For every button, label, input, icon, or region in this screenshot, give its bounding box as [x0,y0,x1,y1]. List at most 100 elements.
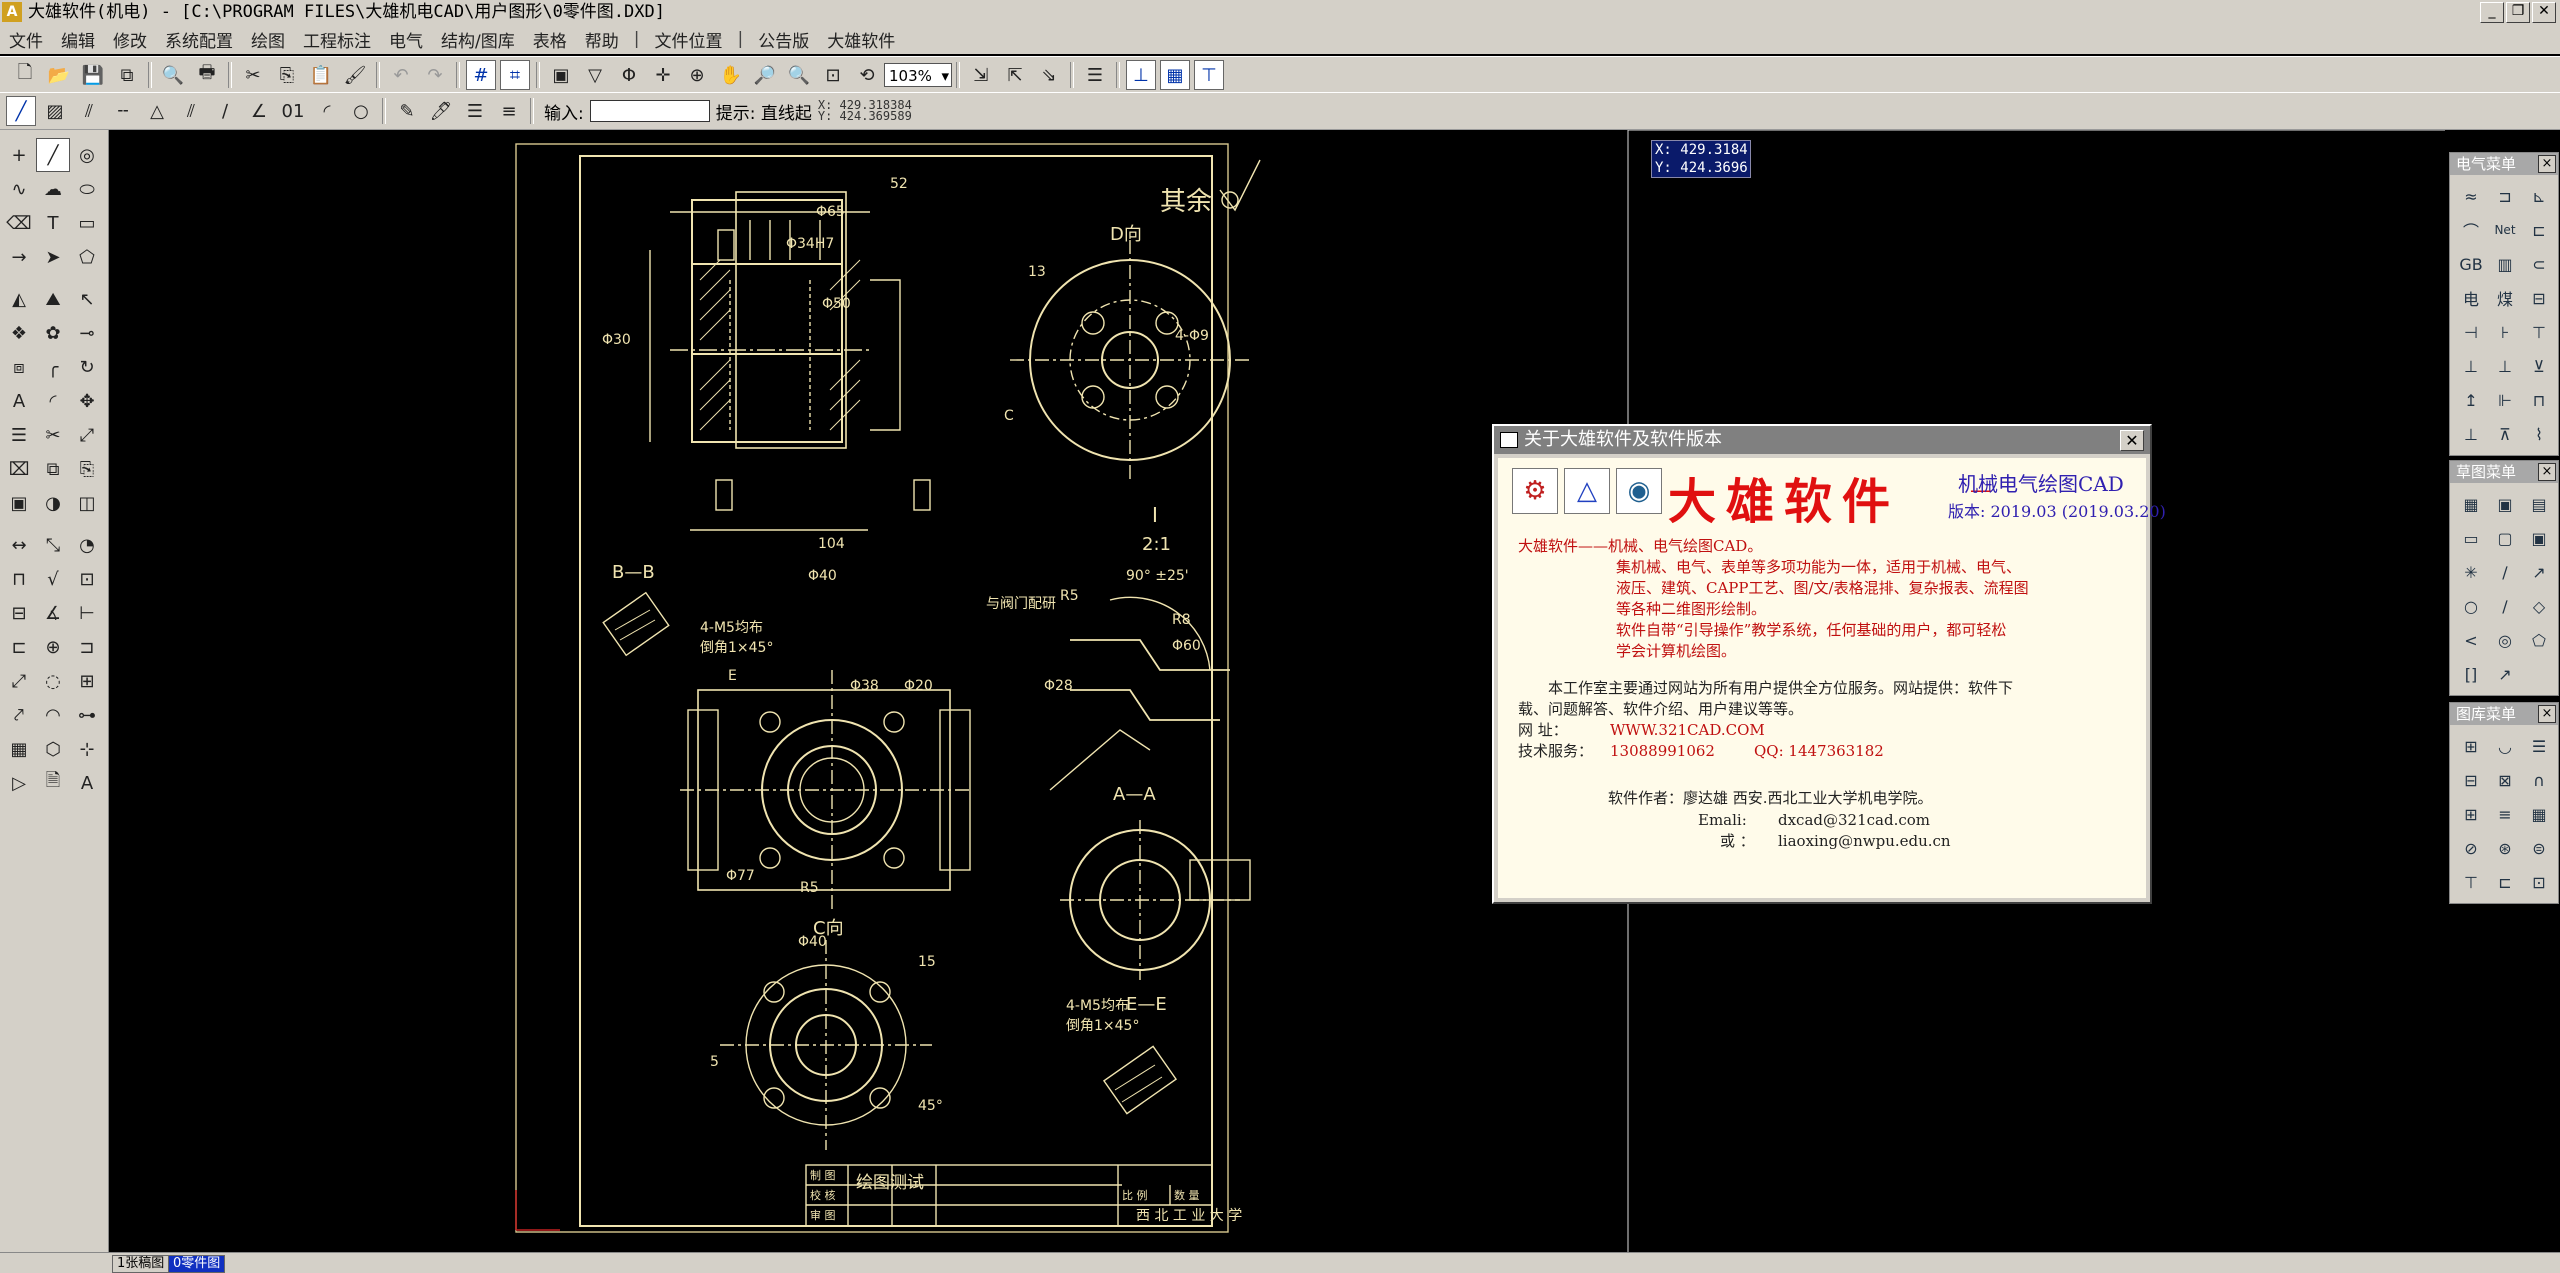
hatch-icon[interactable]: ▨ [40,96,70,126]
dashed-circle-icon[interactable]: ◌ [36,664,70,698]
mirror-icon[interactable]: ◭ [2,282,36,316]
stretch-icon[interactable]: ⇘ [1034,60,1064,90]
menu-draw[interactable]: 绘图 [242,27,294,52]
move-tool-icon[interactable]: ✥ [70,384,104,418]
sketch-icon[interactable]: ↗ [2522,555,2556,589]
cut-icon[interactable]: ✂ [238,60,268,90]
menu-modify[interactable]: 修改 [104,27,156,52]
flag-icon[interactable]: ▷ [2,766,36,800]
menu-dimension[interactable]: 工程标注 [294,27,380,52]
leader-icon[interactable]: ➤ [36,240,70,274]
align-icon[interactable]: ⇱ [1000,60,1030,90]
sketch-icon[interactable]: ∕ [2488,589,2522,623]
text-edit-icon[interactable]: A [70,766,104,800]
electric-icon[interactable]: ⊥ [2454,417,2488,451]
electric-icon[interactable]: ≈ [2454,179,2488,213]
zoom-in-icon[interactable]: 🔎 [750,60,780,90]
move-icon[interactable]: ⇲ [966,60,996,90]
electric-icon[interactable]: ⊦ [2488,315,2522,349]
shape-icon[interactable]: ⬡ [36,732,70,766]
edit-dim-icon[interactable]: ⤤ [2,698,36,732]
grid-dim-icon[interactable]: ⊞ [70,664,104,698]
offset-icon[interactable]: ⧈ [2,350,36,384]
drawing-tab-0[interactable]: 0零件图 [168,1255,226,1273]
copy-tool-icon[interactable]: ⎘ [70,452,104,486]
angle-icon[interactable]: ∠ [244,96,274,126]
library-icon[interactable]: ∩ [2522,763,2556,797]
coal-icon[interactable]: 煤 [2488,281,2522,315]
font-scale-icon[interactable]: A [2,384,36,418]
arc-dim-icon[interactable]: ◠ [36,698,70,732]
library-icon[interactable]: ☰ [2522,729,2556,763]
save-icon[interactable]: 💾 [78,60,108,90]
menu-help[interactable]: 帮助 [576,27,628,52]
sketch-icon[interactable]: ▦ [2454,487,2488,521]
electric-icon[interactable]: ⊾ [2522,179,2556,213]
table-tool-icon[interactable]: ▦ [2,732,36,766]
snap-icon[interactable]: ⌗ [500,60,530,90]
electric-icon[interactable]: ⊼ [2488,417,2522,451]
net-icon[interactable]: Net [2488,213,2522,247]
save-all-icon[interactable]: ⧉ [112,60,142,90]
continue-dim-icon[interactable]: ⊐ [70,630,104,664]
properties-icon[interactable]: ☰ [2,418,36,452]
array-icon[interactable]: ❖ [2,316,36,350]
pen-icon[interactable]: 🖊 [426,96,456,126]
library-icon[interactable]: ⊞ [2454,797,2488,831]
slash-icon[interactable]: ∕ [210,96,240,126]
sketch-icon[interactable]: ○ [2454,589,2488,623]
electric-icon[interactable]: ⌇ [2522,417,2556,451]
electric-icon[interactable]: ⊂ [2522,247,2556,281]
sketch-icon[interactable]: ▭ [2454,521,2488,555]
electric-icon[interactable]: ⊥ [2454,349,2488,383]
ellipse-icon[interactable]: ⬭ [70,172,104,206]
library-icon[interactable]: ⊏ [2488,865,2522,899]
electric-icon[interactable]: ⊏ [2522,213,2556,247]
library-icon[interactable]: ◡ [2488,729,2522,763]
restore-button[interactable]: ❐ [2506,2,2530,23]
layers-icon[interactable]: ☰ [1080,60,1110,90]
site-link[interactable]: WWW.321CAD.COM [1610,720,1765,741]
library-icon[interactable]: ⊘ [2454,831,2488,865]
menu-file-location[interactable]: 文件位置 [645,27,731,52]
undo-icon[interactable]: ↶ [386,60,416,90]
line-icon[interactable]: ╱ [36,138,70,172]
menu-edit[interactable]: 编辑 [52,27,104,52]
sketch-icon[interactable]: ▢ [2488,521,2522,555]
sketch-icon[interactable]: ◇ [2522,589,2556,623]
sketch-icon[interactable]: ▣ [2522,521,2556,555]
electric-palette-close[interactable]: × [2538,155,2556,173]
revcloud-icon[interactable]: ☁ [36,172,70,206]
electric-icon[interactable]: ⊩ [2488,383,2522,417]
sketch-icon[interactable]: < [2454,623,2488,657]
menu-library[interactable]: 结构/图库 [432,27,524,52]
close-button[interactable]: ✕ [2532,2,2556,23]
triangle-icon[interactable]: △ [142,96,172,126]
paste-icon[interactable]: 📋 [306,60,336,90]
zoom-window-icon[interactable]: ⊡ [818,60,848,90]
sketch-icon[interactable]: ◎ [2488,623,2522,657]
spline-icon[interactable]: ∿ [2,172,36,206]
sphere-icon[interactable]: ◑ [36,486,70,520]
erase-tool-icon[interactable]: ⌧ [2,452,36,486]
leader-dim-icon[interactable]: ⊶ [70,698,104,732]
window-icon[interactable]: ▣ [546,60,576,90]
open-file-icon[interactable]: 📂 [44,60,74,90]
linetype-icon[interactable]: ☰ [460,96,490,126]
select-icon[interactable]: ↖ [70,282,104,316]
print-preview-icon[interactable]: 🔍 [158,60,188,90]
match-prop-icon[interactable]: 🖌 [340,60,370,90]
library-icon[interactable]: ⊞ [2454,729,2488,763]
text-icon[interactable]: T [36,206,70,240]
electric-icon[interactable]: ⊣ [2454,315,2488,349]
menu-table[interactable]: 表格 [524,27,576,52]
zoom-out-icon[interactable]: 🔍 [784,60,814,90]
sketch-icon[interactable]: ⬠ [2522,623,2556,657]
menu-config[interactable]: 系统配置 [156,27,242,52]
weld-icon[interactable]: ⊓ [2,562,36,596]
table-icon[interactable]: ▦ [1160,60,1190,90]
rotate-icon[interactable]: ↻ [70,350,104,384]
gb-icon[interactable]: GB [2454,247,2488,281]
pan-icon[interactable]: ✋ [716,60,746,90]
arrow-icon[interactable]: → [2,240,36,274]
